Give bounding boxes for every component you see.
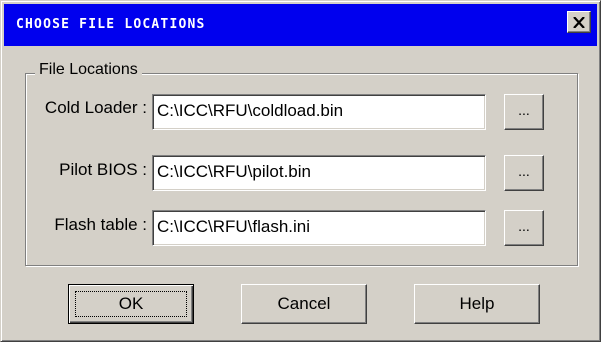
group-legend: File Locations [35, 61, 142, 79]
title-bar[interactable]: CHOOSE FILE LOCATIONS [4, 4, 597, 46]
cold-loader-label: Cold Loader : [44, 98, 147, 117]
flash-table-label: Flash table : [54, 215, 147, 234]
cancel-button-label: Cancel [277, 294, 331, 313]
help-button[interactable]: Help [414, 284, 540, 324]
cold-loader-browse-button[interactable]: ... [504, 94, 544, 130]
close-button[interactable] [567, 11, 591, 33]
help-button-label: Help [459, 294, 495, 313]
pilot-bios-browse-button[interactable]: ... [504, 155, 544, 191]
ok-button[interactable]: OK [68, 284, 194, 324]
window-title: CHOOSE FILE LOCATIONS [16, 17, 206, 32]
flash-table-path-input[interactable]: C:\ICC\RFU\flash.ini [152, 210, 486, 246]
flash-table-browse-button[interactable]: ... [504, 210, 544, 246]
close-x-icon [573, 16, 585, 28]
pilot-bios-path-input[interactable]: C:\ICC\RFU\pilot.bin [152, 155, 486, 191]
cold-loader-path-input[interactable]: C:\ICC\RFU\coldload.bin [152, 94, 486, 130]
pilot-bios-label: Pilot BIOS : [59, 160, 147, 179]
choose-file-locations-dialog: CHOOSE FILE LOCATIONS File Locations Col… [0, 0, 601, 342]
cancel-button[interactable]: Cancel [241, 284, 367, 324]
focus-ring [75, 291, 187, 317]
